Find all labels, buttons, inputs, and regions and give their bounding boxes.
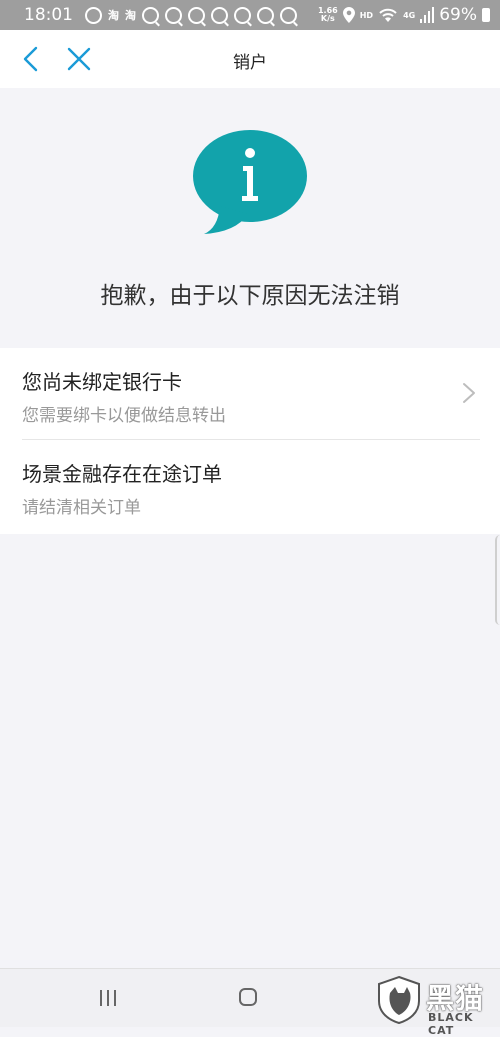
- status-bar: 18:01 淘 淘 1.66 K/s HD 4G 69%: [0, 0, 500, 30]
- taobao-icon-2: 淘: [125, 9, 136, 22]
- watermark: 黑猫 BLACK CAT: [376, 975, 500, 1037]
- reason-title: 场景金融存在在途订单: [22, 462, 222, 486]
- reason-item-pending-orders[interactable]: 场景金融存在在途订单 请结清相关订单: [0, 440, 500, 532]
- app-notification-icon: [234, 6, 251, 24]
- black-cat-logo-icon: [378, 975, 420, 1025]
- app-notification-icon: [211, 6, 228, 24]
- battery-percent: 69%: [439, 5, 477, 25]
- nav-header: 销户: [0, 30, 500, 88]
- reason-item-bind-card[interactable]: 您尚未绑定银行卡 您需要绑卡以便做结息转出: [0, 348, 500, 440]
- wifi-icon: [379, 8, 397, 22]
- net-speed: 1.66 K/s: [318, 7, 338, 23]
- location-icon: [342, 7, 355, 23]
- notification-icons: 淘 淘: [85, 6, 318, 24]
- app-notification-icon: [280, 6, 297, 24]
- app-notification-icon: [257, 6, 274, 24]
- wechat-icon: [85, 6, 102, 24]
- reason-subtitle: 您需要绑卡以便做结息转出: [22, 406, 226, 426]
- chevron-right-icon: [463, 383, 475, 403]
- info-speech-bubble-icon: [193, 130, 307, 234]
- app-notification-icon: [165, 6, 182, 24]
- status-time: 18:01: [24, 5, 73, 25]
- reason-title: 您尚未绑定银行卡: [22, 370, 182, 394]
- battery-icon: [482, 8, 490, 22]
- reasons-list: 您尚未绑定银行卡 您需要绑卡以便做结息转出 场景金融存在在途订单 请结清相关订单: [0, 348, 500, 534]
- reason-subtitle: 请结清相关订单: [22, 498, 141, 518]
- error-headline: 抱歉，由于以下原因无法注销: [100, 283, 400, 309]
- page-title: 销户: [233, 53, 267, 73]
- hd-label: HD: [359, 10, 374, 20]
- app-notification-icon: [188, 6, 205, 24]
- signal-icon: [420, 7, 435, 23]
- home-icon[interactable]: [238, 987, 258, 1007]
- signal-type: 4G: [403, 10, 416, 20]
- scroll-edge-handle[interactable]: [495, 535, 500, 625]
- watermark-sub: BLACK CAT: [428, 1011, 474, 1037]
- app-notification-icon: [142, 6, 159, 24]
- net-speed-unit: K/s: [320, 14, 335, 23]
- taobao-icon: 淘: [108, 9, 119, 22]
- status-right: 1.66 K/s HD 4G 69%: [318, 5, 490, 25]
- recent-apps-icon[interactable]: [98, 989, 118, 1007]
